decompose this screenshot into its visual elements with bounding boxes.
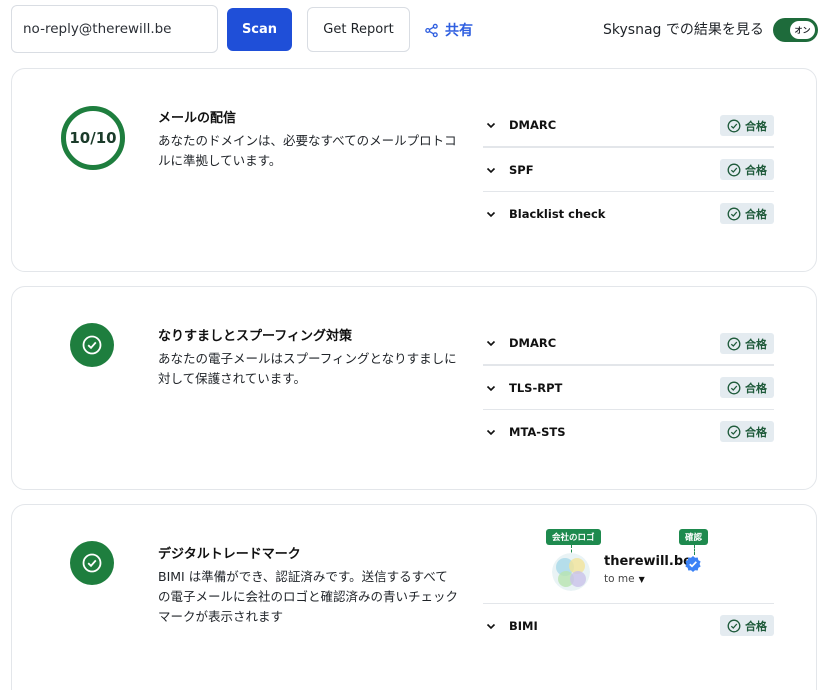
card-description: あなたのドメインは、必要なすべてのメールプロトコルに準拠しています。 xyxy=(158,133,457,168)
check-row-bimi[interactable]: BIMI 合格 xyxy=(483,604,774,648)
check-circle-icon xyxy=(70,323,114,367)
pass-badge: 合格 xyxy=(720,159,774,180)
skysnag-view-toggle[interactable]: オン xyxy=(773,18,818,42)
digital-trademark-card: デジタルトレードマーク BIMI は準備ができ、認証済みです。送信するすべての電… xyxy=(11,504,817,690)
chevron-down-icon xyxy=(486,340,496,347)
chevron-down-icon xyxy=(486,385,496,391)
check-row-blacklist[interactable]: Blacklist check 合格 xyxy=(483,192,774,236)
check-row-spf[interactable]: SPF 合格 xyxy=(483,148,774,192)
check-name: BIMI xyxy=(509,619,538,633)
check-name: SPF xyxy=(509,162,534,177)
pass-badge: 合格 xyxy=(720,377,774,398)
share-label: 共有 xyxy=(445,23,473,39)
check-list: BIMI 合格 xyxy=(483,603,774,648)
company-logo-avatar xyxy=(552,553,590,591)
get-report-button[interactable]: Get Report xyxy=(307,7,410,52)
pass-label: 合格 xyxy=(745,425,767,439)
pass-badge: 合格 xyxy=(720,421,774,442)
caret-down-icon: ▼ xyxy=(638,574,645,584)
sender-name: therewill.be xyxy=(604,554,692,569)
pass-badge: 合格 xyxy=(720,203,774,224)
pass-label: 合格 xyxy=(745,163,767,177)
score-value: 10/10 xyxy=(69,129,117,147)
check-circle-outline-icon xyxy=(727,337,741,350)
card-title: なりすましとスプーフィング対策 xyxy=(158,329,352,344)
chevron-down-icon xyxy=(486,429,496,436)
check-row-dmarc[interactable]: DMARC 合格 xyxy=(483,322,774,366)
recipient-line: to me ▼ xyxy=(604,573,645,585)
check-circle-outline-icon xyxy=(727,619,741,632)
check-row-dmarc[interactable]: DMARC 合格 xyxy=(483,104,774,148)
share-link[interactable]: 共有 xyxy=(424,18,473,42)
verified-check-icon xyxy=(685,556,701,572)
check-name: Blacklist check xyxy=(509,207,606,221)
chevron-down-icon xyxy=(486,211,496,218)
card-description: あなたの電子メールはスプーフィングとなりすましに対して保護されています。 xyxy=(158,351,457,386)
check-row-tls-rpt[interactable]: TLS-RPT 合格 xyxy=(483,366,774,410)
card-description: BIMI は準備ができ、認証済みです。送信するすべての電子メールに会社のロゴと確… xyxy=(158,569,459,624)
bimi-email-preview: 会社のロゴ 確認 therewill.be to me ▼ xyxy=(544,527,724,591)
skysnag-view-label: Skysnag での結果を見る xyxy=(603,22,764,38)
check-circle-outline-icon xyxy=(727,163,741,176)
check-name: DMARC xyxy=(509,336,557,350)
pass-badge: 合格 xyxy=(720,115,774,136)
pass-badge: 合格 xyxy=(720,615,774,636)
check-circle-outline-icon xyxy=(727,119,741,132)
chevron-down-icon xyxy=(486,167,496,173)
pass-label: 合格 xyxy=(745,207,767,221)
chevron-down-icon xyxy=(486,623,496,630)
check-name: DMARC xyxy=(509,118,557,132)
verified-pointer-line xyxy=(694,545,695,555)
share-icon xyxy=(425,23,438,37)
check-name: TLS-RPT xyxy=(509,380,563,395)
pass-label: 合格 xyxy=(745,381,767,395)
domain-email-input[interactable] xyxy=(11,5,218,53)
recipient-label: to me xyxy=(604,573,635,585)
pass-label: 合格 xyxy=(745,337,767,351)
card-title: デジタルトレードマーク xyxy=(158,547,301,562)
check-circle-outline-icon xyxy=(727,207,741,220)
company-logo-tag: 会社のロゴ xyxy=(546,529,601,545)
verified-tag: 確認 xyxy=(679,529,709,545)
check-row-mta-sts[interactable]: MTA-STS 合格 xyxy=(483,410,774,454)
check-name: MTA-STS xyxy=(509,425,566,439)
pass-label: 合格 xyxy=(745,119,767,133)
check-list: DMARC 合格 TLS-RPT 合格 MTA-STS 合格 xyxy=(483,322,774,454)
pass-badge: 合格 xyxy=(720,333,774,354)
pass-label: 合格 xyxy=(745,619,767,633)
chevron-down-icon xyxy=(486,122,496,129)
scan-button[interactable]: Scan xyxy=(227,8,292,51)
check-circle-icon xyxy=(70,541,114,585)
check-circle-outline-icon xyxy=(727,425,741,438)
email-delivery-card: 10/10 メールの配信 あなたのドメインは、必要なすべてのメールプロトコルに準… xyxy=(11,68,817,272)
spoofing-protection-card: なりすましとスプーフィング対策 あなたの電子メールはスプーフィングとなりすましに… xyxy=(11,286,817,490)
card-title: メールの配信 xyxy=(158,111,237,126)
check-circle-outline-icon xyxy=(727,381,741,394)
toggle-knob: オン xyxy=(790,21,815,39)
check-list: DMARC 合格 SPF 合格 Blacklist check 合格 xyxy=(483,104,774,236)
